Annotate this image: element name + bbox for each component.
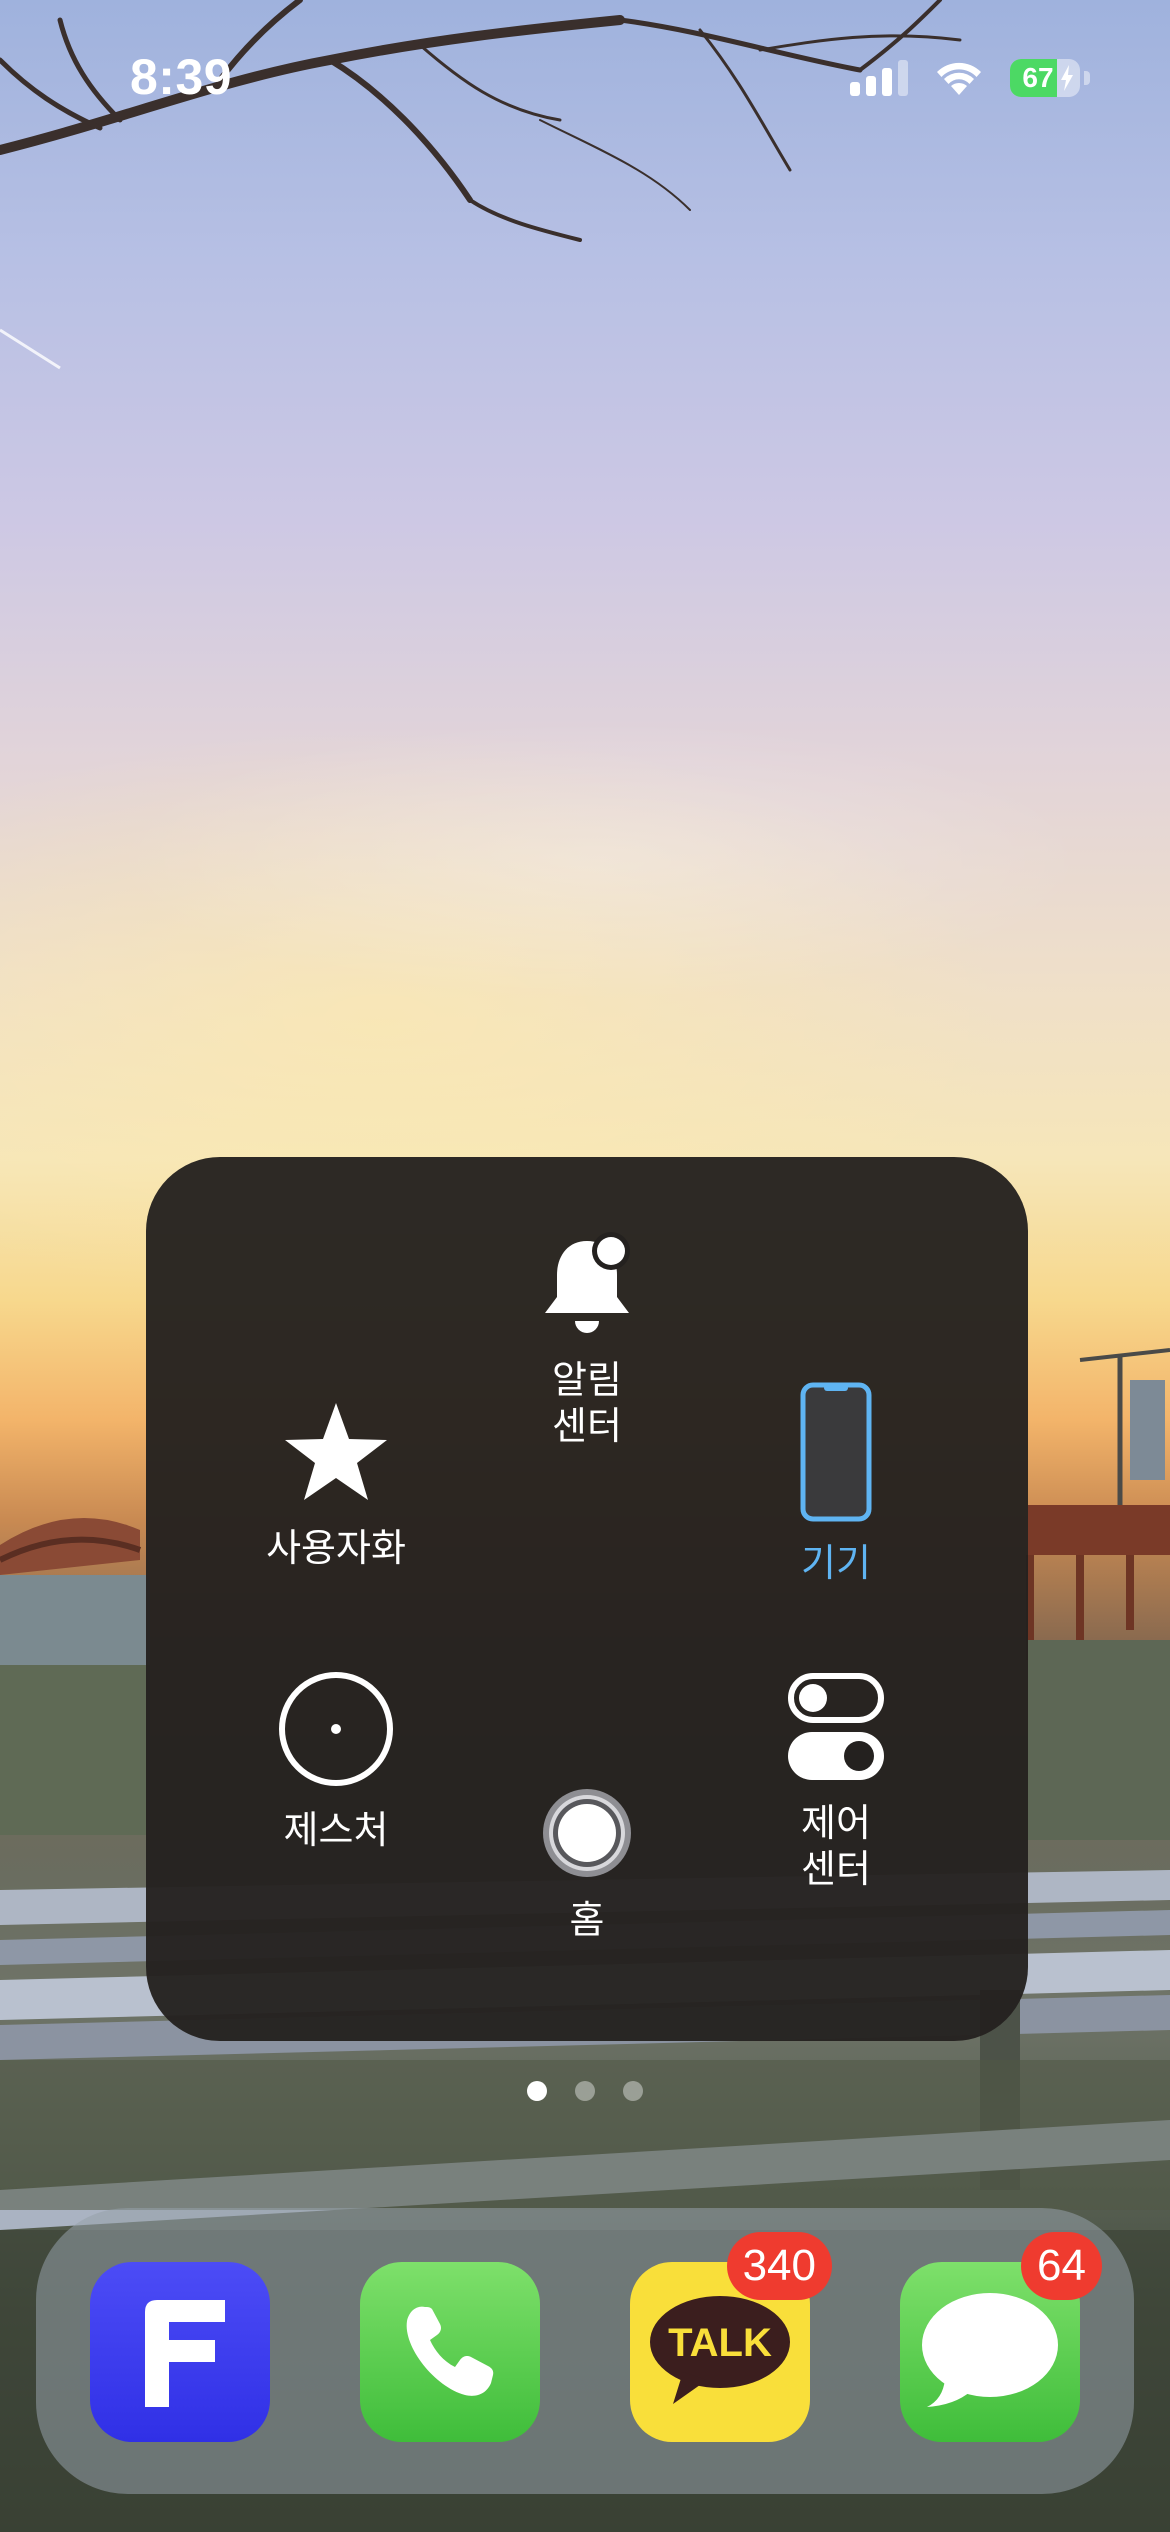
home-button[interactable]: 홈	[477, 1787, 697, 1943]
talk-icon-text: TALK	[668, 2321, 772, 2365]
dock: TALK 340 64	[36, 2208, 1134, 2494]
flex-logo-icon	[145, 2300, 225, 2407]
battery-cap	[1084, 71, 1090, 85]
notification-center-label: 알림 센터	[552, 1358, 622, 1448]
battery-percent: 67	[1022, 62, 1054, 93]
gesture-circle-icon	[279, 1672, 393, 1786]
page-indicator[interactable]	[0, 2081, 1170, 2101]
iphone-icon	[800, 1382, 872, 1522]
phone-handset-icon	[406, 2306, 494, 2396]
page-dot	[527, 2081, 547, 2101]
control-center-label: 제어 센터	[801, 1801, 871, 1891]
bell-icon	[545, 1232, 630, 1333]
kakaotalk-app-icon[interactable]: TALK 340	[630, 2232, 832, 2442]
device-label: 기기	[801, 1541, 871, 1585]
page-dot	[575, 2081, 595, 2101]
cellular-signal-icon	[850, 60, 908, 96]
wifi-icon	[937, 62, 981, 95]
messages-badge: 64	[1021, 2232, 1102, 2300]
home-label: 홈	[569, 1898, 605, 1942]
device-button[interactable]: 기기	[726, 1382, 946, 1586]
charging-bolt-icon	[1061, 65, 1073, 91]
assistive-touch-menu: 알림 센터 사용자화 기기 제스처 홈 제어 센터	[146, 1157, 1028, 2041]
battery-icon: 67	[1010, 59, 1080, 97]
gestures-button[interactable]: 제스처	[226, 1669, 446, 1853]
phone-app-icon[interactable]	[360, 2262, 540, 2442]
gestures-label: 제스처	[283, 1808, 389, 1852]
custom-button[interactable]: 사용자화	[226, 1397, 446, 1571]
talk-bubble-icon: TALK	[650, 2296, 790, 2404]
status-time: 8:39	[130, 49, 233, 105]
control-center-button[interactable]: 제어 센터	[726, 1672, 946, 1892]
notification-center-button[interactable]: 알림 센터	[477, 1229, 697, 1449]
home-button-icon	[543, 1789, 631, 1877]
message-bubble-icon	[922, 2293, 1058, 2407]
flex-app-icon[interactable]	[90, 2262, 270, 2442]
status-indicators: 67	[850, 56, 1090, 100]
custom-label: 사용자화	[266, 1526, 406, 1570]
toggles-icon	[788, 1673, 884, 1780]
messages-app-icon[interactable]: 64	[900, 2232, 1102, 2442]
star-icon	[285, 1403, 387, 1500]
kakaotalk-badge: 340	[726, 2232, 832, 2300]
page-dot	[623, 2081, 643, 2101]
